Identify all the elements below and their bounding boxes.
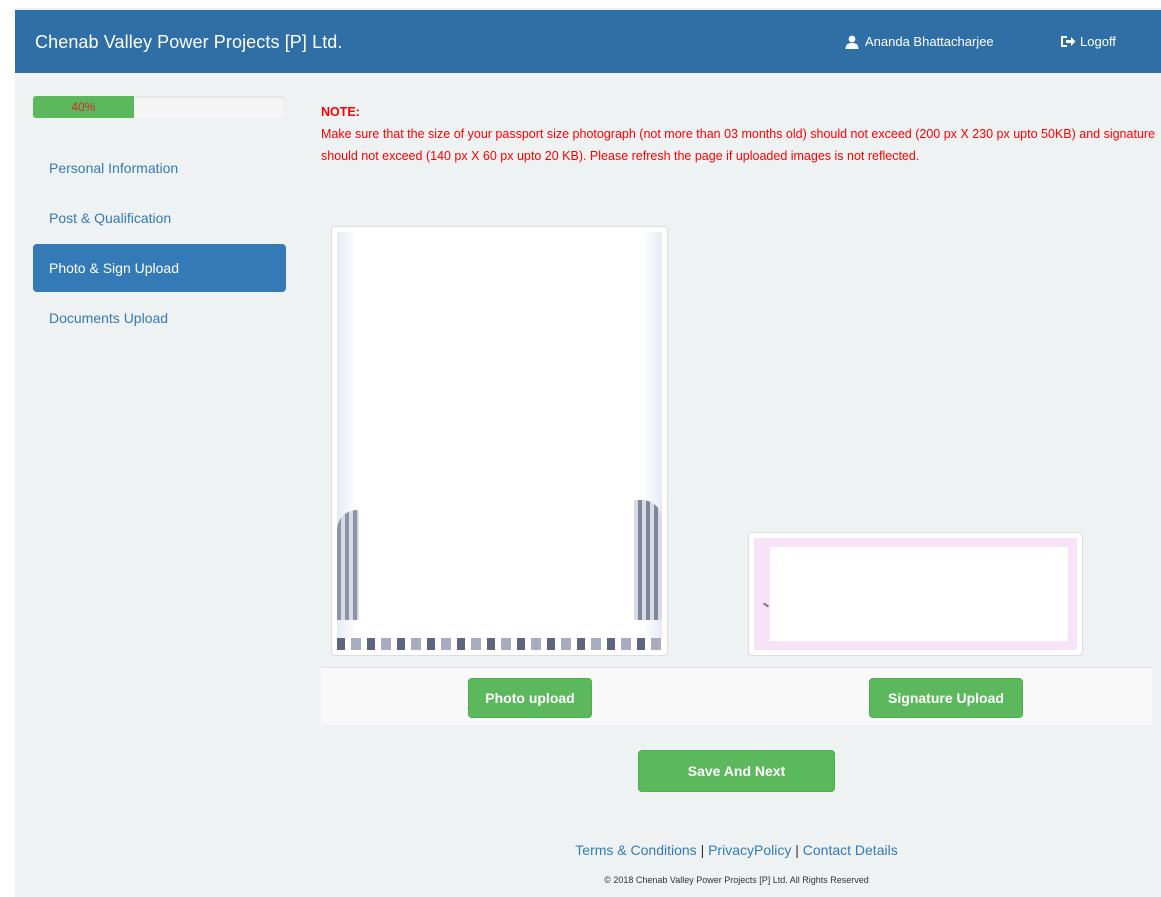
photo-image [337, 232, 662, 650]
footer-separator: | [795, 842, 799, 858]
progress-bar: 40% [33, 96, 285, 118]
privacy-link[interactable]: PrivacyPolicy [708, 842, 791, 858]
sidebar-item-post-qualification[interactable]: Post & Qualification [33, 194, 286, 242]
progress-fill: 40% [33, 96, 134, 118]
footer-separator: | [700, 842, 705, 858]
photo-preview [331, 226, 668, 656]
footer-links: Terms & Conditions | PrivacyPolicy | Con… [321, 842, 1152, 858]
sidebar-item-personal-information[interactable]: Personal Information [33, 144, 286, 192]
signature-image [754, 538, 1077, 650]
contact-link[interactable]: Contact Details [803, 842, 898, 858]
copyright-text: © 2018 Chenab Valley Power Projects [P] … [604, 875, 869, 885]
user-menu[interactable]: Ananda Bhattacharjee [845, 34, 994, 49]
top-navbar: Chenab Valley Power Projects [P] Ltd. An… [15, 10, 1161, 73]
signature-preview [748, 532, 1083, 656]
user-name: Ananda Bhattacharjee [865, 34, 994, 49]
sidebar-item-documents-upload[interactable]: Documents Upload [33, 294, 286, 342]
save-and-next-button[interactable]: Save And Next [638, 750, 835, 792]
sidebar-nav: Personal Information Post & Qualificatio… [33, 144, 286, 344]
logout-icon [1061, 36, 1076, 47]
sidebar-item-photo-sign-upload[interactable]: Photo & Sign Upload [33, 244, 286, 292]
photo-detail-right [634, 500, 662, 620]
photo-detail-left [337, 510, 359, 620]
logoff-link[interactable]: Logoff [1060, 34, 1116, 49]
upload-note: NOTE: Make sure that the size of your pa… [321, 101, 1155, 167]
note-title: NOTE: [321, 105, 360, 119]
signature-canvas [770, 547, 1068, 641]
user-icon [845, 35, 859, 49]
signature-upload-button[interactable]: Signature Upload [869, 678, 1023, 718]
photo-upload-button[interactable]: Photo upload [468, 678, 592, 718]
brand-title[interactable]: Chenab Valley Power Projects [P] Ltd. [35, 32, 343, 53]
note-body: Make sure that the size of your passport… [321, 127, 1155, 163]
photo-detail-bottom [337, 638, 662, 650]
upload-button-row: Photo upload Signature Upload [321, 667, 1152, 725]
logoff-label: Logoff [1080, 34, 1116, 49]
page-frame: Chenab Valley Power Projects [P] Ltd. An… [15, 8, 1161, 897]
signature-mark [762, 602, 770, 608]
terms-link[interactable]: Terms & Conditions [575, 842, 696, 858]
